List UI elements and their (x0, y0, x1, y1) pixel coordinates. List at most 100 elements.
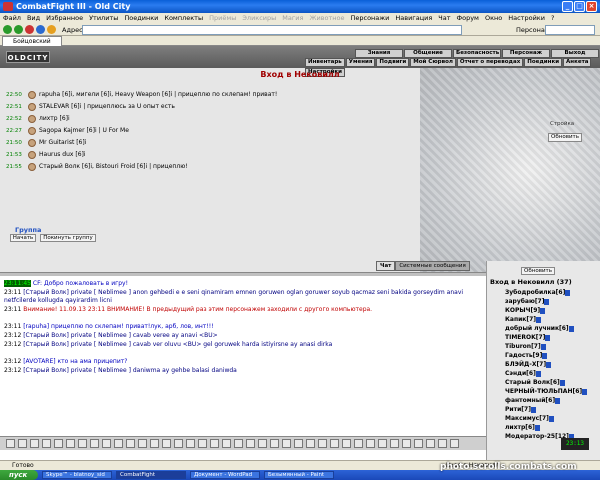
toolbar-action-icon[interactable] (186, 439, 195, 448)
post-text[interactable]: Mr Guitarist [6]i (39, 138, 86, 148)
online-user[interactable]: добрый лучник[6] (505, 324, 574, 333)
toolbar-action-icon[interactable] (18, 439, 27, 448)
user-name[interactable]: фантомный[6] (505, 397, 555, 404)
info-icon[interactable] (555, 397, 561, 404)
post-text[interactable]: rapuha [6]i, мигели [6]i, Heavy Weapon [… (39, 90, 277, 100)
menu-item[interactable]: ? (548, 13, 557, 24)
chat-text[interactable]: [AVOTARE] кто на ама прицепит? (23, 358, 127, 365)
info-icon[interactable] (546, 361, 552, 368)
info-icon[interactable] (565, 289, 571, 296)
sub-nav-item[interactable]: Анкета (563, 58, 592, 67)
info-icon[interactable] (536, 316, 542, 323)
taskbar-item[interactable]: Безымянный - Paint (264, 471, 334, 479)
toolbar-action-icon[interactable] (270, 439, 279, 448)
post-text[interactable]: лихтр [6]i (39, 114, 70, 124)
toolbar-action-icon[interactable] (78, 439, 87, 448)
toolbar-action-icon[interactable] (402, 439, 411, 448)
toolbar-action-icon[interactable] (210, 439, 219, 448)
online-user[interactable]: БЛЭЙД-Х[7] (505, 360, 552, 369)
toolbar-action-icon[interactable] (246, 439, 255, 448)
menu-item[interactable]: Поединки (121, 13, 161, 24)
info-icon[interactable] (545, 334, 551, 341)
toolbar-action-icon[interactable] (306, 439, 315, 448)
menu-item[interactable]: Настройки (505, 13, 548, 24)
sub-nav-item[interactable]: Инвентарь (305, 58, 345, 67)
toolbar-action-icon[interactable] (6, 439, 15, 448)
info-icon[interactable] (568, 325, 574, 332)
online-user[interactable]: фантомный[6] (505, 396, 561, 405)
chat-text[interactable]: [Старый Волк] private [ Neblimee ] daniw… (23, 367, 237, 374)
toolbar-action-icon[interactable] (354, 439, 363, 448)
user-name[interactable]: Старый Волк[6] (505, 379, 560, 386)
toolbar-action-icon[interactable] (330, 439, 339, 448)
chat-text[interactable]: [Старый Волк] private [ Neblimee ] cavab… (23, 332, 217, 339)
toolbar-action-icon[interactable] (42, 439, 51, 448)
join-icon[interactable] (28, 127, 36, 135)
info-icon[interactable] (534, 424, 540, 431)
toolbar-action-icon[interactable] (222, 439, 231, 448)
refresh-icon[interactable] (36, 25, 45, 34)
user-name[interactable]: БЛЭЙД-Х[7] (505, 361, 546, 368)
toolbar-action-icon[interactable] (102, 439, 111, 448)
tab-fight-club[interactable]: Бойцовский клуб (2, 36, 62, 54)
info-icon[interactable] (540, 307, 546, 314)
join-icon[interactable] (28, 163, 36, 171)
toolbar-action-icon[interactable] (162, 439, 171, 448)
info-icon[interactable] (582, 388, 588, 395)
taskbar-item[interactable]: CombatFight (116, 471, 186, 479)
toolbar-action-icon[interactable] (174, 439, 183, 448)
refresh-users-button[interactable]: Обновить (521, 267, 555, 275)
user-name[interactable]: TIMEROK[7] (505, 334, 545, 341)
menu-item[interactable]: Избранное (43, 13, 86, 24)
menu-item[interactable]: Навигация (392, 13, 435, 24)
sub-nav-item[interactable]: Мой Сюрвол (410, 58, 456, 67)
refresh-room-button[interactable]: Обновить (548, 133, 582, 142)
info-icon[interactable] (559, 379, 565, 386)
menu-item[interactable]: Эликсиры (239, 13, 279, 24)
toolbar-action-icon[interactable] (66, 439, 75, 448)
toolbar-action-icon[interactable] (318, 439, 327, 448)
sub-nav-item[interactable]: Умения (345, 58, 376, 67)
user-name[interactable]: Сэнди[6] (505, 370, 536, 377)
post-text[interactable]: STALEVAR [6]i | прицеплюсь за U опыт ест… (39, 102, 175, 112)
info-icon[interactable] (540, 343, 546, 350)
online-user[interactable]: зарубаю[7] (505, 297, 550, 306)
tab-system-messages[interactable]: Системные сообщения (395, 261, 470, 271)
side-link-stroyka[interactable]: Стройка (550, 121, 574, 127)
toolbar-action-icon[interactable] (258, 439, 267, 448)
toolbar-action-icon[interactable] (90, 439, 99, 448)
sub-nav-item[interactable]: Поединки (524, 58, 563, 67)
address-input[interactable] (82, 25, 462, 35)
post-text[interactable]: Haurus dux [6]i (39, 150, 86, 160)
sub-nav-item[interactable]: Подвиги (376, 58, 410, 67)
join-icon[interactable] (28, 91, 36, 99)
close-button[interactable]: × (586, 1, 597, 12)
info-icon[interactable] (535, 370, 541, 377)
chat-text[interactable]: [Старый Волк] private [ Neblimee ] cavab… (23, 341, 332, 348)
chat-text[interactable]: [Старый Волк] private [ Neblimee ] anon … (4, 289, 463, 304)
online-user[interactable]: Гадость[9] (505, 351, 548, 360)
toolbar-action-icon[interactable] (138, 439, 147, 448)
user-name[interactable]: Зубодробилка[6] (505, 289, 565, 296)
online-user[interactable]: Сэнди[6] (505, 369, 541, 378)
menu-item[interactable]: Файл (0, 13, 24, 24)
online-user[interactable]: TIMEROK[7] (505, 333, 551, 342)
window-title-bar[interactable]: CombatFight III - Old City _ □ × (0, 0, 600, 13)
tab-chat[interactable]: Чат (376, 261, 396, 271)
toolbar-action-icon[interactable] (114, 439, 123, 448)
toolbar-action-icon[interactable] (54, 439, 63, 448)
info-icon[interactable] (530, 406, 536, 413)
user-name[interactable]: Гадость[9] (505, 352, 542, 359)
user-name[interactable]: Tiburon[7] (505, 343, 541, 350)
toolbar-action-icon[interactable] (126, 439, 135, 448)
online-user[interactable]: Максимус[7] (505, 414, 554, 423)
join-icon[interactable] (28, 115, 36, 123)
user-name[interactable]: КОРЫЧ[9] (505, 307, 540, 314)
menu-item[interactable]: Форум (454, 13, 482, 24)
menu-item[interactable]: Персонажи (347, 13, 392, 24)
toolbar-action-icon[interactable] (30, 439, 39, 448)
toolbar-action-icon[interactable] (294, 439, 303, 448)
menu-item[interactable]: Магия (279, 13, 306, 24)
menu-item[interactable]: Комплекты (161, 13, 206, 24)
toolbar-action-icon[interactable] (198, 439, 207, 448)
